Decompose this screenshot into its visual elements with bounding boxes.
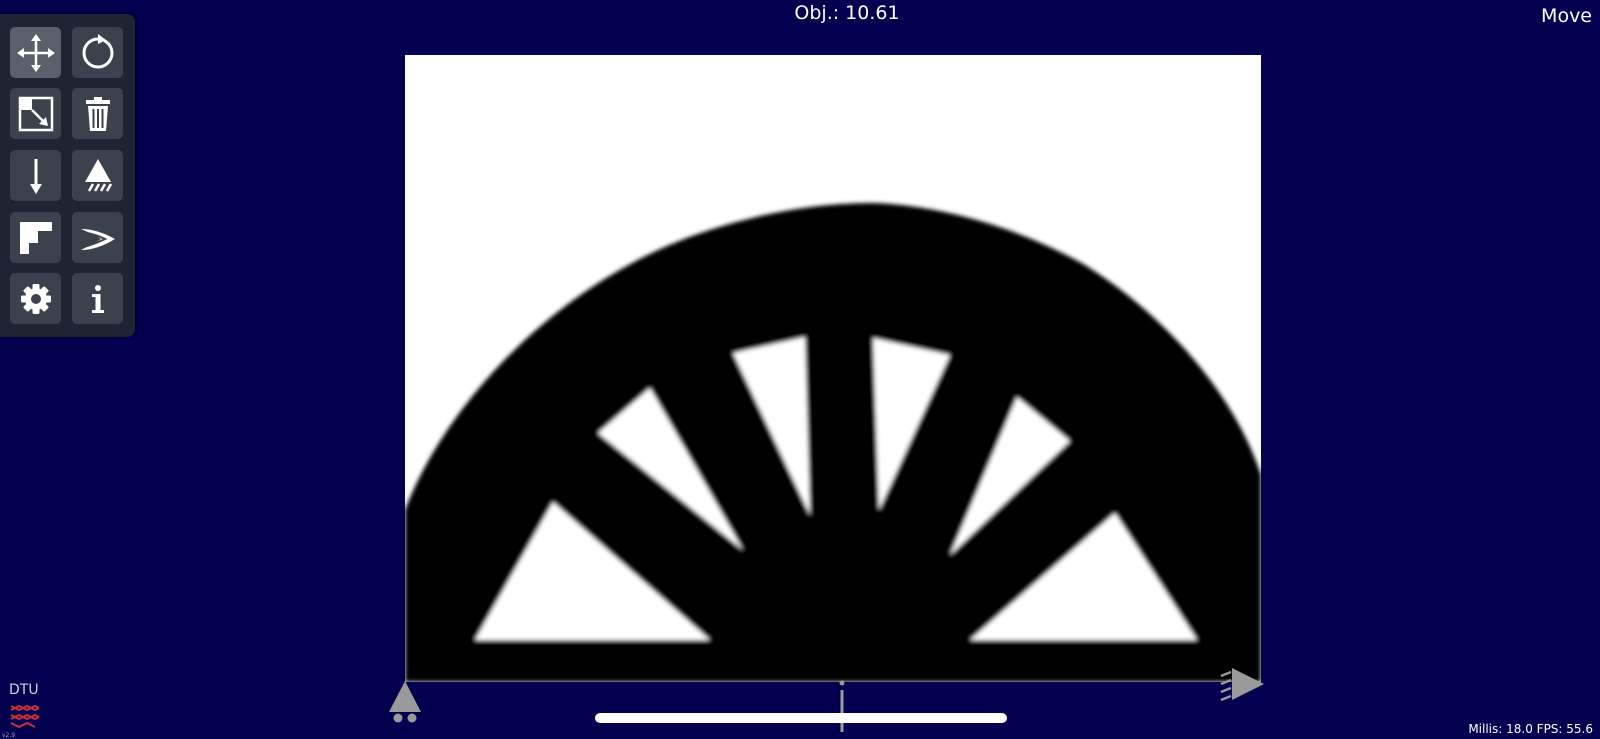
info-tool-button[interactable] xyxy=(72,273,123,324)
rotate-icon xyxy=(82,33,113,68)
resize-tool-button[interactable] xyxy=(10,88,61,139)
optimize-tool-button[interactable] xyxy=(72,212,123,263)
optimize-icon xyxy=(80,228,115,250)
performance-stats: Millis: 18.0 FPS: 55.6 xyxy=(1468,722,1593,736)
right-support-marker[interactable] xyxy=(1218,664,1266,708)
app-screen: Obj.: 10.61 Move DTU v2.9 Millis: 18.0 F… xyxy=(0,0,1600,739)
mode-label: Move xyxy=(1541,5,1592,27)
topology-structure xyxy=(405,55,1261,682)
gear-icon xyxy=(20,283,51,314)
rotate-tool-button[interactable] xyxy=(72,27,123,78)
logo-text: DTU xyxy=(9,682,39,698)
trash-icon xyxy=(85,96,110,131)
support-icon xyxy=(1220,668,1264,702)
load-marker[interactable] xyxy=(834,678,850,738)
objective-value: Obj.: 10.61 xyxy=(794,2,900,24)
toolbar xyxy=(0,14,135,337)
left-support-marker[interactable] xyxy=(386,679,424,729)
settings-tool-button[interactable] xyxy=(10,273,61,324)
home-indicator[interactable] xyxy=(595,713,1007,723)
support-tool-button[interactable] xyxy=(72,150,123,201)
design-domain[interactable] xyxy=(405,55,1261,682)
delete-tool-button[interactable] xyxy=(72,88,123,139)
info-icon xyxy=(91,284,104,313)
move-tool-button[interactable] xyxy=(10,27,61,78)
version-label: v2.9 xyxy=(2,732,16,739)
load-arrow-icon xyxy=(839,680,845,732)
support-icon xyxy=(84,158,112,192)
logo-mark-icon xyxy=(10,704,40,728)
dtu-logo: DTU xyxy=(9,682,45,738)
support-icon xyxy=(389,681,421,723)
load-arrow-icon xyxy=(29,158,42,194)
move-icon xyxy=(16,33,55,72)
passive-region-icon xyxy=(19,221,52,254)
passive-region-tool-button[interactable] xyxy=(10,212,61,263)
resize-icon xyxy=(18,96,53,131)
load-tool-button[interactable] xyxy=(10,150,61,201)
